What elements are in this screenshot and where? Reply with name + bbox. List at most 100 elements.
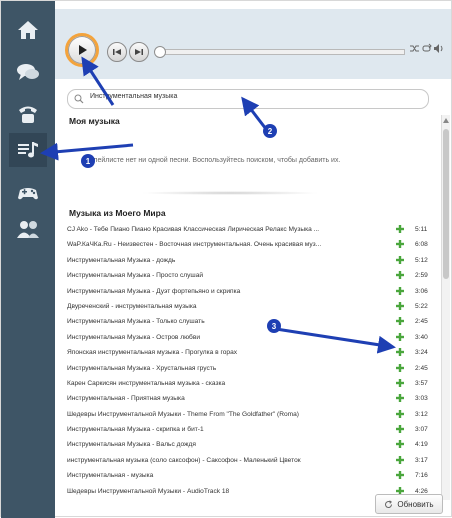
track-row[interactable]: Инструментальная Музыка - Хрустальная гр… — [67, 362, 437, 377]
add-track-icon[interactable] — [395, 301, 405, 311]
track-duration: 4:19 — [415, 441, 428, 449]
empty-playlist-message: В плейлисте нет ни одной песни. Воспольз… — [83, 157, 341, 164]
track-row[interactable]: Инструментальная - Приятная музыка 3:03 — [67, 392, 437, 407]
track-title: CJ Ako - Тебе Пиано Пиано Красивая Класс… — [67, 226, 320, 233]
track-duration: 3:57 — [415, 379, 428, 387]
track-duration: 2:45 — [415, 364, 428, 372]
track-row[interactable]: Инструментальная Музыка - Вальс дождя 4:1… — [67, 438, 437, 453]
search-icon — [74, 94, 84, 104]
repeat-icon[interactable] — [421, 43, 432, 57]
track-row[interactable]: Инструментальная Музыка - дождь 5:12 — [67, 254, 437, 269]
phone-icon[interactable] — [9, 97, 47, 131]
progress-slider[interactable] — [154, 46, 405, 58]
annotation-marker-3: 3 — [267, 319, 281, 333]
track-row[interactable]: Карен Саркисян инструментальная музыка -… — [67, 377, 437, 392]
annotation-marker-2: 2 — [263, 124, 277, 138]
add-track-icon[interactable] — [395, 409, 405, 419]
track-title: Шедевры Инструментальной Музыки - Theme … — [67, 410, 299, 418]
add-track-icon[interactable] — [395, 363, 405, 373]
shuffle-icon[interactable] — [409, 43, 420, 57]
add-track-icon[interactable] — [395, 286, 405, 296]
track-duration: 3:17 — [415, 456, 428, 464]
track-title: Инструментальная Музыка - дождь — [67, 256, 176, 264]
track-row[interactable]: Шедевры Инструментальной Музыки - Theme … — [67, 408, 437, 423]
track-title: инструментальная музыка (соло саксофон) … — [67, 456, 301, 464]
add-track-icon[interactable] — [395, 255, 405, 265]
add-track-icon[interactable] — [395, 239, 405, 249]
scrollbar[interactable] — [441, 115, 450, 500]
add-track-icon[interactable] — [395, 332, 405, 342]
refresh-label: Обновить — [397, 499, 434, 509]
track-duration: 5:12 — [415, 256, 428, 264]
track-list: CJ Ako - Тебе Пиано Пиано Красивая Класс… — [67, 223, 437, 500]
search-input[interactable]: Инструментальная музыка — [67, 89, 429, 109]
track-title: Инструментальная Музыка - Дуэт фортепьян… — [67, 287, 241, 295]
friends-icon[interactable] — [9, 213, 47, 247]
track-duration: 3:06 — [415, 287, 428, 295]
scroll-up-icon[interactable] — [443, 118, 449, 123]
add-track-icon[interactable] — [395, 470, 405, 480]
left-sidebar — [1, 1, 55, 518]
search-query: Инструментальная музыка — [90, 93, 178, 100]
audio-player — [55, 9, 451, 79]
add-track-icon[interactable] — [395, 347, 405, 357]
section-divider — [140, 191, 320, 195]
my-music-heading: Моя музыка — [69, 116, 120, 126]
add-track-icon[interactable] — [395, 455, 405, 465]
next-track-button[interactable] — [129, 42, 149, 62]
track-duration: 5:22 — [415, 302, 428, 310]
track-duration: 3:24 — [415, 349, 428, 357]
previous-icon — [113, 49, 121, 55]
track-row[interactable]: WaP.КаЧКа.Ru - Неизвестен - Восточная ин… — [67, 238, 437, 253]
track-duration: 7:16 — [415, 472, 428, 480]
music-panel: Инструментальная музыка Моя музыка В пле… — [55, 9, 451, 516]
add-track-icon[interactable] — [395, 270, 405, 280]
track-row[interactable]: Японская инструментальная музыка - Прогу… — [67, 346, 437, 361]
add-track-icon[interactable] — [395, 378, 405, 388]
track-title: Шедевры Инструментальной Музыки - AudioT… — [67, 487, 230, 495]
games-icon[interactable] — [9, 175, 47, 209]
track-duration: 2:45 — [415, 318, 428, 326]
previous-track-button[interactable] — [107, 42, 127, 62]
add-track-icon[interactable] — [395, 224, 405, 234]
annotation-marker-1: 1 — [81, 154, 95, 168]
add-track-icon[interactable] — [395, 316, 405, 326]
scrollbar-thumb[interactable] — [443, 129, 449, 279]
track-row[interactable]: CJ Ako - Тебе Пиано Пиано Красивая Класс… — [67, 223, 437, 238]
track-duration: 6:08 — [415, 241, 428, 249]
home-icon[interactable] — [9, 13, 47, 47]
track-row[interactable]: Двуреченский - инструментальная музыка 5:… — [67, 300, 437, 315]
refresh-button[interactable]: Обновить — [375, 494, 443, 514]
music-icon[interactable] — [9, 133, 47, 167]
track-row[interactable]: Инструментальная Музыка - скрипка и бит-… — [67, 423, 437, 438]
add-track-icon[interactable] — [395, 424, 405, 434]
play-button[interactable] — [65, 33, 99, 67]
track-duration: 2:59 — [415, 272, 428, 280]
world-music-heading: Музыка из Моего Мира — [69, 208, 166, 218]
add-track-icon[interactable] — [395, 393, 405, 403]
messages-icon[interactable] — [9, 55, 47, 89]
track-title: Инструментальная Музыка - Вальс дождя — [67, 441, 196, 449]
volume-icon[interactable] — [433, 43, 444, 57]
track-row[interactable]: Инструментальная Музыка - Только слушать… — [67, 315, 437, 330]
track-title: Инструментальная - музыка — [67, 472, 154, 480]
track-row[interactable]: Инструментальная Музыка - Просто слушай 2… — [67, 269, 437, 284]
track-title: Инструментальная - Приятная музыка — [67, 395, 185, 403]
track-title: Инструментальная Музыка - Просто слушай — [67, 272, 204, 280]
track-title: Инструментальная Музыка - скрипка и бит-… — [67, 426, 204, 434]
track-row[interactable]: инструментальная музыка (соло саксофон) … — [67, 454, 437, 469]
track-duration: 3:40 — [415, 333, 428, 341]
progress-slider-handle[interactable] — [154, 46, 166, 58]
next-icon — [135, 49, 143, 55]
track-duration: 3:07 — [415, 426, 428, 434]
play-icon — [79, 45, 87, 55]
track-title: Инструментальная Музыка - Хрустальная гр… — [67, 364, 217, 372]
refresh-icon — [385, 499, 393, 508]
track-row[interactable]: Инструментальная Музыка - Дуэт фортепьян… — [67, 285, 437, 300]
track-duration: 3:03 — [415, 395, 428, 403]
track-row[interactable]: Инструментальная Музыка - Остров любви 3:… — [67, 331, 437, 346]
track-title: Японская инструментальная музыка - Прогу… — [67, 349, 238, 357]
add-track-icon[interactable] — [395, 439, 405, 449]
track-row[interactable]: Инструментальная - музыка 7:16 — [67, 469, 437, 484]
track-title: Инструментальная Музыка - Остров любви — [67, 333, 201, 341]
